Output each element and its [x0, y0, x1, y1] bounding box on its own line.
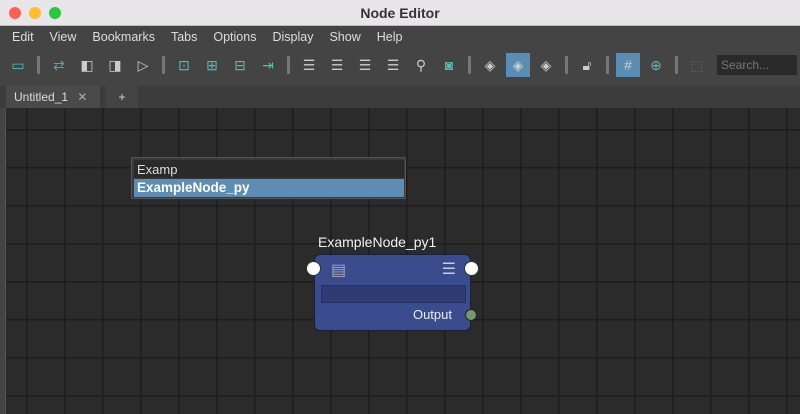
show-all-icon[interactable]: ◈: [534, 53, 558, 77]
search-icon[interactable]: ⚲: [409, 53, 433, 77]
node-search-input[interactable]: [134, 160, 404, 178]
toolbar-search-input[interactable]: [717, 55, 797, 75]
menu-display[interactable]: Display: [264, 26, 321, 48]
remove-from-graph-icon[interactable]: ⊟: [228, 53, 252, 77]
title-bar: Node Editor: [0, 0, 800, 26]
output-port-main[interactable]: [464, 261, 479, 276]
menu-edit[interactable]: Edit: [4, 26, 42, 48]
add-to-graph-icon[interactable]: ⊞: [200, 53, 224, 77]
node-search-popup: ExampleNode_py: [131, 157, 406, 199]
relayout-icon[interactable]: ⇥: [256, 53, 280, 77]
toolbar-separator: [287, 56, 290, 74]
frame-icon[interactable]: ⬚: [685, 53, 709, 77]
input-output-connections-icon[interactable]: ◨: [103, 53, 127, 77]
output-connections-icon[interactable]: ▷: [131, 53, 155, 77]
attribute-filter-icon[interactable]: ◈: [478, 53, 502, 77]
tab-label: Untitled_1: [14, 90, 69, 104]
input-port[interactable]: [306, 261, 321, 276]
minimize-window-button[interactable]: [29, 7, 41, 19]
snap-to-grid-icon[interactable]: ⊕: [644, 53, 668, 77]
show-selected-icon[interactable]: ◈: [506, 53, 530, 77]
toolbar: ▭ ⇄ ◧ ◨ ▷ ⊡ ⊞ ⊟ ⇥ ☰ ☰ ☰ ☰ ⚲ ◙ ◈ ◈ ◈ 🔓︎ #…: [0, 48, 800, 82]
toolbar-separator: [37, 56, 40, 74]
toolbar-separator: [468, 56, 471, 74]
tab-bar: Untitled_1 ✕ +: [0, 86, 800, 108]
node-type-icon: ▤: [331, 262, 347, 279]
toolbar-separator: [565, 56, 568, 74]
menu-view[interactable]: View: [42, 26, 85, 48]
window-title: Node Editor: [360, 5, 440, 21]
toolbar-separator: [675, 56, 678, 74]
swap-icon[interactable]: ⇄: [47, 53, 71, 77]
toolbar-separator: [162, 56, 165, 74]
custom-mode-icon[interactable]: ☰: [381, 53, 405, 77]
simple-mode-icon[interactable]: ☰: [297, 53, 321, 77]
suggestion-item[interactable]: ExampleNode_py: [134, 179, 404, 197]
shapes-icon[interactable]: ◙: [437, 53, 461, 77]
full-mode-icon[interactable]: ☰: [353, 53, 377, 77]
input-connections-icon[interactable]: ◧: [75, 53, 99, 77]
menu-show[interactable]: Show: [321, 26, 368, 48]
menu-options[interactable]: Options: [205, 26, 264, 48]
output-label: Output: [412, 307, 452, 322]
node-title: ExampleNode_py1: [318, 234, 437, 250]
output-port[interactable]: [465, 309, 477, 321]
menu-icon[interactable]: ☰: [442, 259, 456, 279]
grid-icon[interactable]: #: [616, 53, 640, 77]
menu-bookmarks[interactable]: Bookmarks: [84, 26, 163, 48]
connected-mode-icon[interactable]: ☰: [325, 53, 349, 77]
add-node-icon[interactable]: ▭: [6, 53, 30, 77]
new-tab-button[interactable]: +: [106, 86, 138, 108]
menu-bar: Edit View Bookmarks Tabs Options Display…: [0, 26, 800, 48]
maximize-window-button[interactable]: [49, 7, 61, 19]
node-example[interactable]: ▤ ☰ Output: [306, 254, 479, 331]
tab-untitled-1[interactable]: Untitled_1 ✕: [6, 86, 100, 108]
frame-selection-icon[interactable]: ⊡: [172, 53, 196, 77]
close-window-button[interactable]: [9, 7, 21, 19]
node-attribute-field[interactable]: [321, 285, 466, 303]
close-tab-icon[interactable]: ✕: [77, 90, 87, 104]
menu-tabs[interactable]: Tabs: [163, 26, 205, 48]
unlock-icon[interactable]: 🔓︎: [575, 53, 599, 77]
toolbar-separator: [606, 56, 609, 74]
menu-help[interactable]: Help: [369, 26, 411, 48]
